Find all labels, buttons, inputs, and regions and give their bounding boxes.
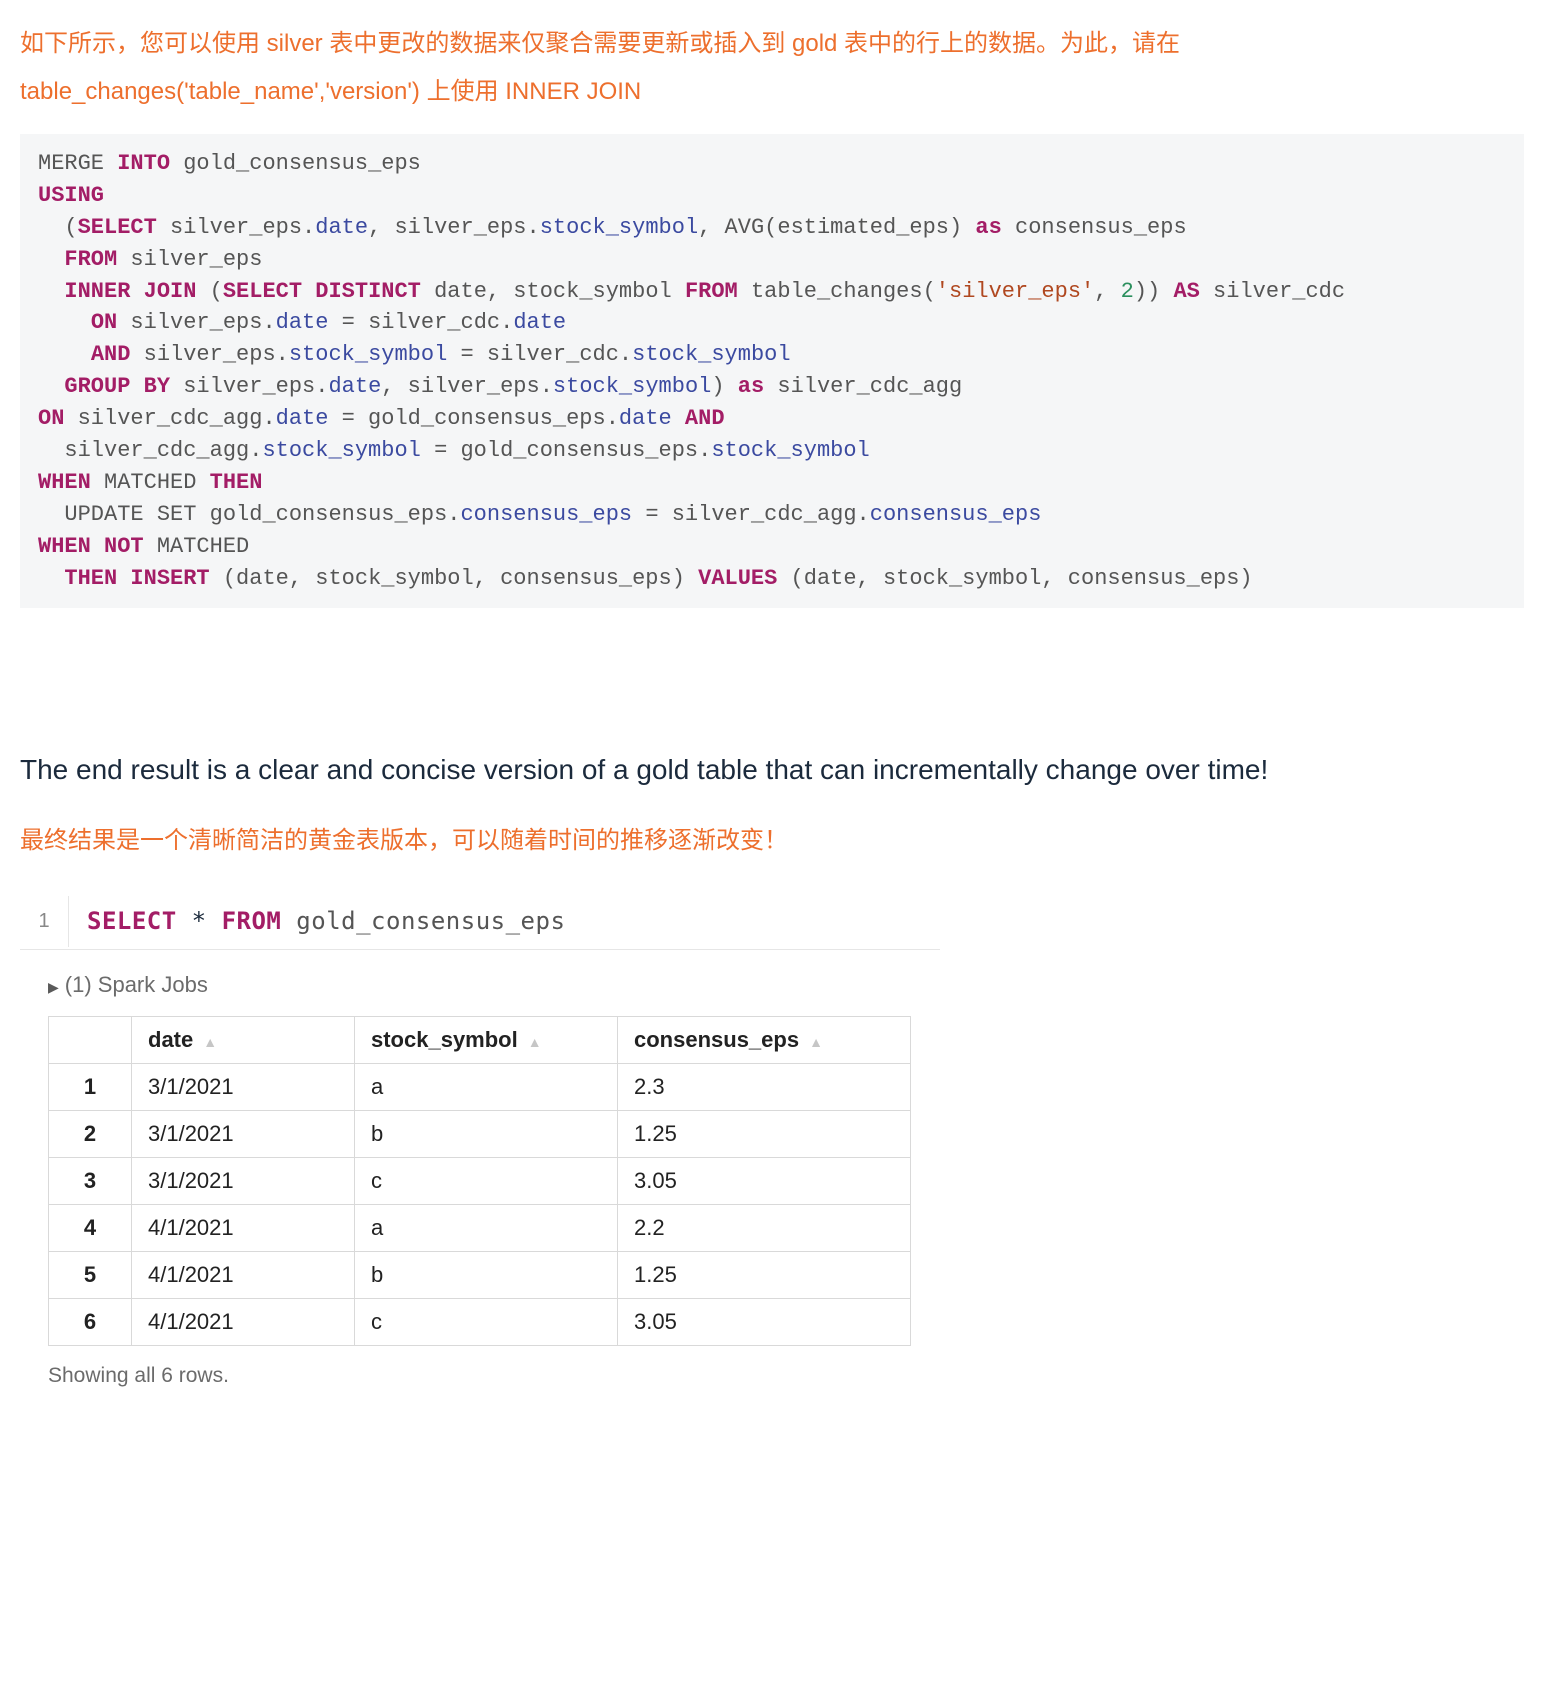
table-row: 23/1/2021b1.25 [49,1111,911,1158]
table-header-date[interactable]: date▲ [132,1017,355,1064]
code-line: WHEN MATCHED THEN [38,470,262,495]
cell-consensus-eps: 1.25 [618,1252,911,1299]
cell-consensus-eps: 2.2 [618,1205,911,1252]
cell-date: 4/1/2021 [132,1205,355,1252]
table-row: 64/1/2021c3.05 [49,1299,911,1346]
notebook-result: 1 SELECT * FROM gold_consensus_eps ▶(1) … [20,893,1524,1388]
code-line: THEN INSERT (date, stock_symbol, consens… [38,566,1253,591]
cell-date: 4/1/2021 [132,1299,355,1346]
table-row: 54/1/2021b1.25 [49,1252,911,1299]
table-row: 44/1/2021a2.2 [49,1205,911,1252]
table-row: 33/1/2021c3.05 [49,1158,911,1205]
table-header-row: date▲ stock_symbol▲ consensus_eps▲ [49,1017,911,1064]
code-line: INNER JOIN (SELECT DISTINCT date, stock_… [38,279,1345,304]
caret-right-icon: ▶ [48,979,59,995]
cell-consensus-eps: 3.05 [618,1299,911,1346]
row-index: 4 [49,1205,132,1252]
code-line: UPDATE SET gold_consensus_eps.consensus_… [38,502,1041,527]
cell-stock-symbol: a [355,1205,618,1252]
table-header-stock-symbol[interactable]: stock_symbol▲ [355,1017,618,1064]
cell-date: 4/1/2021 [132,1252,355,1299]
code-line: MERGE INTO gold_consensus_eps [38,151,421,176]
cell-consensus-eps: 3.05 [618,1158,911,1205]
code-line: silver_cdc_agg.stock_symbol = gold_conse… [38,438,870,463]
sql-code-block: MERGE INTO gold_consensus_eps USING (SEL… [20,134,1524,608]
cell-stock-symbol: b [355,1252,618,1299]
row-index: 5 [49,1252,132,1299]
code-line: AND silver_eps.stock_symbol = silver_cdc… [38,342,791,367]
result-chinese: 最终结果是一个清晰简洁的黄金表版本，可以随着时间的推移逐渐改变！ [20,817,1524,865]
cell-stock-symbol: b [355,1111,618,1158]
code-line: GROUP BY silver_eps.date, silver_eps.sto… [38,374,962,399]
row-index: 3 [49,1158,132,1205]
cell-consensus-eps: 2.3 [618,1064,911,1111]
row-index: 2 [49,1111,132,1158]
code-line: WHEN NOT MATCHED [38,534,249,559]
code-line: ON silver_eps.date = silver_cdc.date [38,310,566,335]
cell-stock-symbol: a [355,1064,618,1111]
row-index: 6 [49,1299,132,1346]
notebook-cell: 1 SELECT * FROM gold_consensus_eps [20,893,940,950]
cell-date: 3/1/2021 [132,1158,355,1205]
cell-date: 3/1/2021 [132,1064,355,1111]
row-index: 1 [49,1064,132,1111]
cell-number: 1 [20,896,69,947]
rows-note: Showing all 6 rows. [48,1364,1524,1388]
spark-jobs-toggle[interactable]: ▶(1) Spark Jobs [48,972,1524,998]
sort-icon: ▲ [203,1034,217,1050]
cell-code: SELECT * FROM gold_consensus_eps [69,893,583,949]
intro-chinese: 如下所示，您可以使用 silver 表中更改的数据来仅聚合需要更新或插入到 go… [20,20,1524,116]
cell-stock-symbol: c [355,1299,618,1346]
cell-stock-symbol: c [355,1158,618,1205]
table-header-consensus-eps[interactable]: consensus_eps▲ [618,1017,911,1064]
result-table: date▲ stock_symbol▲ consensus_eps▲ 13/1/… [48,1016,911,1346]
table-row: 13/1/2021a2.3 [49,1064,911,1111]
code-line: ON silver_cdc_agg.date = gold_consensus_… [38,406,725,431]
cell-consensus-eps: 1.25 [618,1111,911,1158]
code-line: FROM silver_eps [38,247,262,272]
sort-icon: ▲ [809,1034,823,1050]
cell-date: 3/1/2021 [132,1111,355,1158]
code-line: USING [38,183,104,208]
sort-icon: ▲ [528,1034,542,1050]
code-line: (SELECT silver_eps.date, silver_eps.stoc… [38,215,1187,240]
result-english: The end result is a clear and concise ve… [20,748,1524,793]
table-header-index[interactable] [49,1017,132,1064]
